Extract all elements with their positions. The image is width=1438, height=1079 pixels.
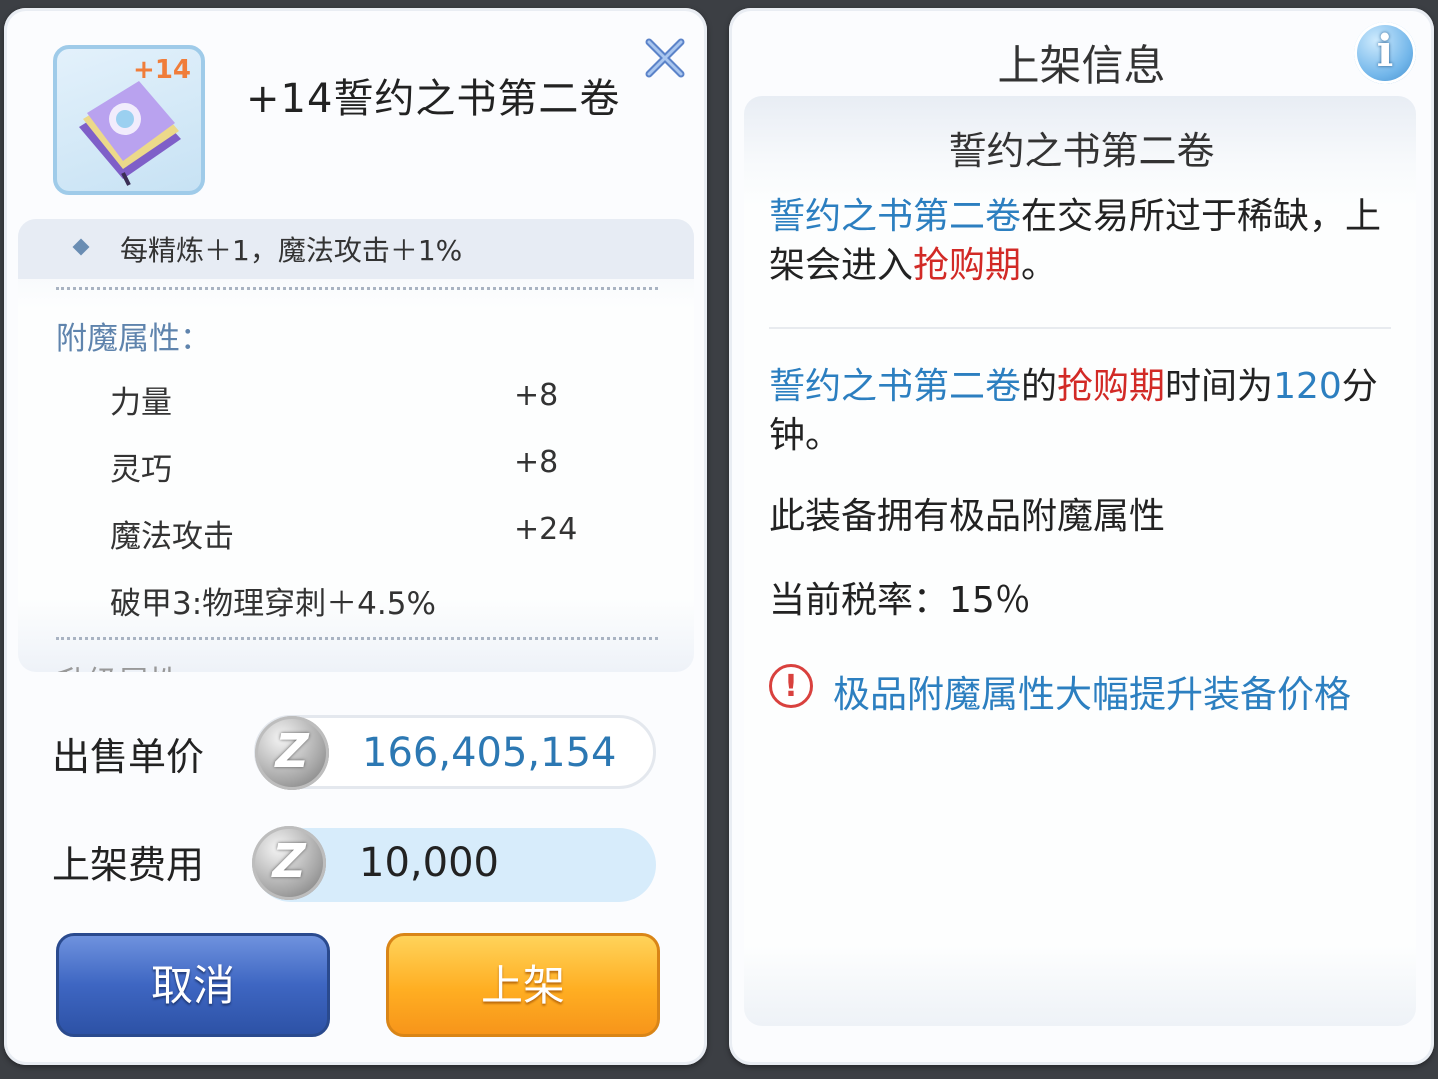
info-icon: i — [1376, 26, 1394, 77]
listing-fee-display: Z 10,000 — [252, 826, 656, 902]
premium-enchant-note: 此装备拥有极品附魔属性 — [769, 496, 1166, 537]
attribute-value: +24 — [514, 512, 578, 547]
unit-price-label: 出售单价 — [52, 735, 205, 779]
duration-minutes: 120 — [1273, 366, 1342, 407]
rush-period-text: 抢购期 — [1057, 366, 1166, 407]
divider — [56, 287, 658, 290]
listing-fee-label: 上架费用 — [52, 843, 205, 887]
item-book-icon: +14 — [53, 45, 205, 195]
cancel-button[interactable]: 取消 — [56, 933, 330, 1037]
enchant-section-title: 附魔属性： — [56, 321, 211, 357]
attribute-value: +8 — [514, 445, 559, 480]
close-icon — [645, 38, 685, 78]
attribute-name: 灵巧 — [110, 452, 172, 488]
listing-info-panel: 上架信息 i 誓约之书第二卷 誓约之书第二卷在交易所过于稀缺，上架会进入抢购期。… — [729, 8, 1434, 1065]
warning-icon: ! — [769, 664, 813, 708]
panel-title: 上架信息 — [997, 41, 1166, 90]
refine-bonus-text: 每精炼＋1，魔法攻击＋1% — [120, 234, 463, 267]
item-detail-scroll[interactable]: 每精炼＋1，魔法攻击＋1% 附魔属性： 力量 +8 灵巧 +8 魔法攻击 +24… — [18, 219, 694, 672]
zeny-coin-icon: Z — [252, 826, 326, 900]
item-name-link: 誓约之书第二卷 — [769, 366, 1022, 407]
list-item-button[interactable]: 上架 — [386, 933, 660, 1037]
close-button[interactable] — [641, 34, 689, 82]
duration-text: 的 — [1021, 366, 1058, 407]
duration-text: 时间为 — [1165, 366, 1274, 407]
unit-price-input[interactable]: Z 166,405,154 — [254, 715, 656, 790]
zeny-coin-icon: Z — [255, 716, 329, 790]
attribute-name: 破甲3:物理穿刺＋4.5% — [110, 586, 436, 622]
attribute-name: 力量 — [110, 385, 172, 421]
scarcity-notice: 誓约之书第二卷在交易所过于稀缺，上架会进入抢购期。 — [769, 192, 1399, 290]
warning-text: 极品附魔属性大幅提升装备价格 — [833, 673, 1351, 716]
rush-period-text: 抢购期 — [913, 245, 1022, 286]
divider — [56, 637, 658, 640]
refine-bonus-row: 每精炼＋1，魔法攻击＋1% — [18, 219, 694, 279]
book-icon — [79, 81, 181, 186]
attribute-value: +8 — [514, 378, 559, 413]
item-listing-panel: +14 +14誓约之书第二卷 每精炼＋1，魔法攻击＋1% 附魔属性： 力量 +8… — [4, 8, 707, 1065]
info-button[interactable]: i — [1354, 22, 1416, 84]
diamond-bullet-icon — [72, 238, 90, 256]
tax-rate-text: 当前税率：15％ — [769, 580, 1031, 621]
item-name-link: 誓约之书第二卷 — [769, 196, 1022, 237]
attribute-name: 魔法攻击 — [110, 519, 234, 555]
unit-price-value: 166,405,154 — [362, 730, 617, 776]
rush-period-duration: 誓约之书第二卷的抢购期时间为120分钟。 — [769, 362, 1399, 460]
info-item-name: 誓约之书第二卷 — [948, 129, 1215, 173]
notice-end: 。 — [1021, 245, 1058, 286]
listing-fee-value: 10,000 — [359, 840, 499, 886]
divider — [769, 327, 1391, 329]
item-title: +14誓约之书第二卷 — [246, 76, 621, 122]
cut-off-section-title: 升级属性 — [56, 657, 180, 672]
